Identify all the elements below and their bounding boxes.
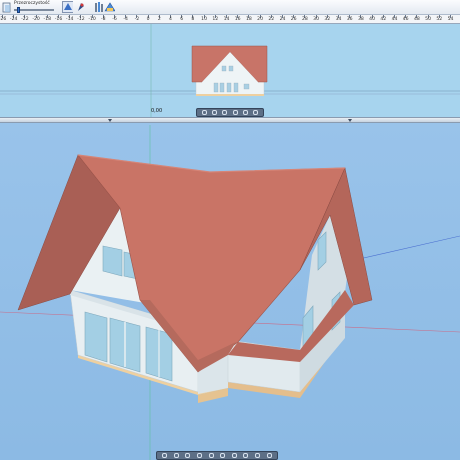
fit-view-button[interactable] [243,453,249,458]
ruler-label: 52 [436,17,443,22]
ruler-label: 30 [313,17,320,22]
ruler-label: 16 [234,17,241,22]
ruler-label: 14 [223,17,230,22]
ruler-label: 20 [257,17,264,22]
ruler-label: 2 [157,17,161,22]
ruler-label: 6 [180,17,184,22]
ruler-label: 26 [290,17,297,22]
ruler-label: 50 [425,17,432,22]
nav-zoom-in-button[interactable] [211,110,217,115]
orbit-down-button[interactable] [185,453,191,458]
splitter-right-grip-icon[interactable] [348,119,352,122]
ruler-label: 18 [245,17,252,22]
transparency-slider-thumb[interactable] [17,7,20,13]
nav-rotate-left-button[interactable] [201,110,207,115]
ruler-label: 12 [212,17,219,22]
ruler-label: 24 [279,17,286,22]
transparency-slider-track[interactable] [14,9,54,11]
ruler-label: -20 [32,17,40,22]
ruler-label: -26 [0,17,7,22]
orbit-right-button[interactable] [255,453,261,458]
ruler-label: -6 [112,17,117,22]
transparency-label: Przezroczystość [14,1,50,6]
ruler-label: 48 [413,17,420,22]
ruler-label: -8 [101,17,106,22]
ruler-label: 0 [146,17,150,22]
pan-button[interactable] [220,453,226,458]
ruler-label: 4 [169,17,172,22]
level-icon[interactable] [104,1,115,13]
reset-view-button[interactable] [266,453,272,458]
walk-button[interactable] [231,453,237,458]
ruler-label: -22 [21,17,29,22]
ruler-label: 36 [346,17,353,22]
3d-view[interactable] [0,123,460,460]
main-toolbar: Przezroczystość [0,0,460,15]
pick-icon[interactable] [76,1,87,13]
zoom-in-button[interactable] [197,453,203,458]
ruler-label: -4 [123,17,128,22]
ruler-label: -16 [54,17,63,22]
splitter-left-grip-icon[interactable] [108,119,112,122]
ruler-label: -10 [88,17,96,22]
ruler-label: 8 [191,17,195,22]
nav-zoom-out-button[interactable] [222,110,228,115]
ruler-label: -18 [43,17,52,22]
orbit-left-button[interactable] [162,453,168,458]
ruler-label: 54 [447,17,454,22]
ruler-label: 22 [268,17,275,22]
zoom-out-button[interactable] [208,453,214,458]
ruler-label: 10 [201,17,208,22]
horizontal-ruler: -26-24-22-20-18-16-14-12-10-8-6-4-202468… [0,15,460,24]
ruler-label: 34 [335,17,342,22]
house-3d-model [17,154,373,403]
transparency-icon [2,2,11,13]
ruler-label: -2 [134,17,140,22]
ruler-label: -14 [65,17,74,22]
ruler-label: 38 [357,17,364,22]
ruler-label: 46 [402,17,409,22]
level-label: 0,00 [151,108,163,114]
view-mode-icon[interactable] [62,1,73,13]
elevation-view[interactable]: 0,00 [0,24,460,117]
ruler-label: -24 [9,17,18,22]
house-elevation [191,45,268,96]
ruler-label: 44 [391,17,398,22]
ruler-label: 40 [369,17,376,22]
ruler-label: 32 [324,17,331,22]
nav-rotate-right-button[interactable] [253,110,259,115]
nav-fit-button[interactable] [242,110,248,115]
orbit-up-button[interactable] [173,453,179,458]
3d-nav-toolbar [156,451,278,460]
ruler-label: 28 [301,17,308,22]
transparency-control[interactable]: Przezroczystość [2,1,58,14]
ruler-label: 42 [380,17,387,22]
nav-pan-button[interactable] [232,110,238,115]
elevation-nav-toolbar [196,108,264,117]
ruler-label: -12 [77,17,85,22]
